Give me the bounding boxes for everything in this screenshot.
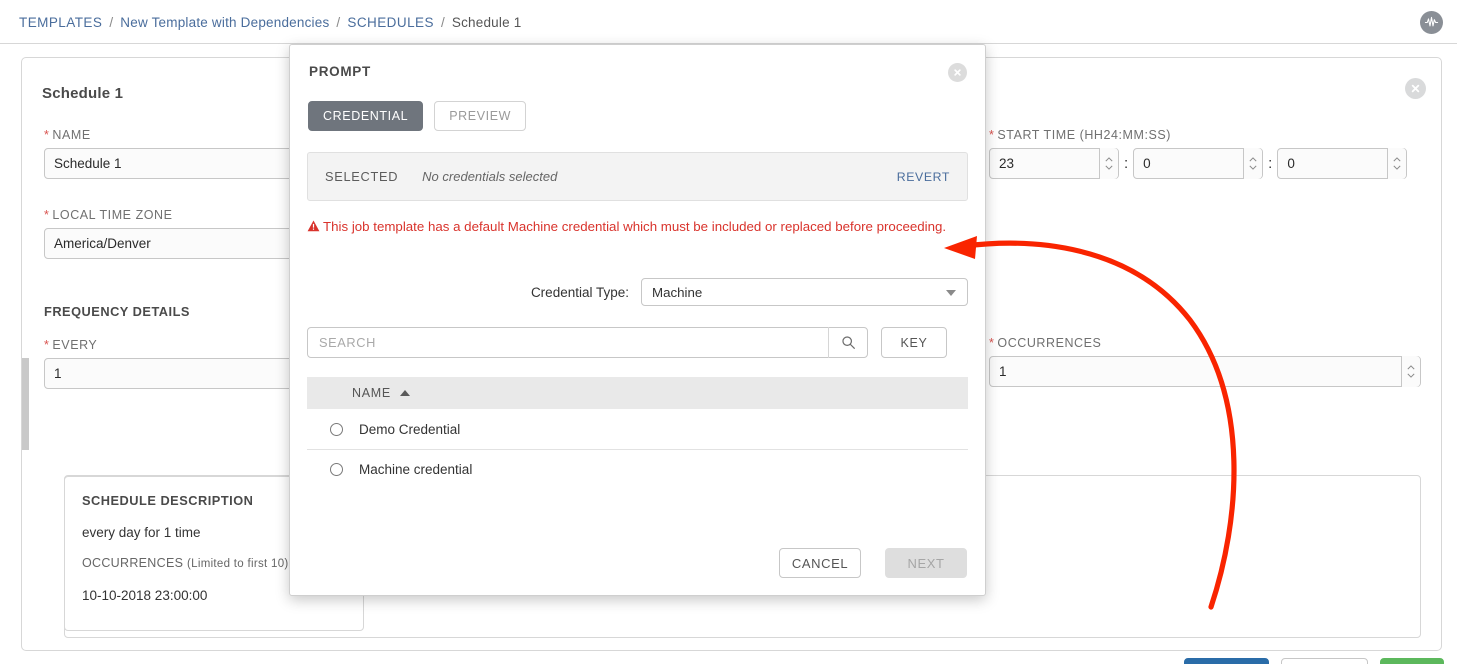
- radio-button[interactable]: [330, 462, 343, 476]
- start-time-minutes-value: 0: [1143, 156, 1151, 171]
- breadcrumb-separator: /: [109, 14, 114, 30]
- seconds-stepper[interactable]: [1387, 148, 1407, 179]
- selected-label: SELECTED: [325, 169, 399, 184]
- tab-preview[interactable]: PREVIEW: [434, 101, 527, 131]
- page-title: Schedule 1: [42, 85, 124, 102]
- selected-credentials-bar: SELECTED No credentials selected REVERT: [307, 152, 968, 201]
- selected-value: No credentials selected: [422, 169, 558, 184]
- chevron-down-icon: [946, 290, 956, 296]
- prompt-modal: PROMPT CREDENTIAL PREVIEW SELECTED No cr…: [289, 44, 986, 596]
- breadcrumb-separator: /: [336, 14, 341, 30]
- credential-type-select[interactable]: Machine: [641, 278, 968, 306]
- prompt-button[interactable]: PROMPT: [1184, 658, 1269, 664]
- activity-waveform-icon[interactable]: [1420, 11, 1443, 34]
- search-placeholder: SEARCH: [319, 335, 376, 350]
- modal-title: PROMPT: [309, 64, 371, 79]
- hours-stepper[interactable]: [1099, 148, 1118, 179]
- start-time-seconds-input[interactable]: 0: [1277, 148, 1408, 179]
- revert-link[interactable]: REVERT: [897, 170, 950, 184]
- occurrences-label: * OCCURRENCES: [989, 336, 1102, 350]
- warning-triangle-icon: [307, 218, 320, 238]
- start-time-spinners: 23 : 0 : 0: [989, 148, 1408, 179]
- tab-credential[interactable]: CREDENTIAL: [308, 101, 424, 131]
- column-header-name[interactable]: NAME: [352, 386, 391, 400]
- start-time-hours-value: 23: [999, 156, 1015, 171]
- save-button[interactable]: SAVE: [1380, 658, 1444, 664]
- breadcrumb-separator: /: [440, 14, 445, 30]
- modal-tabs: CREDENTIAL PREVIEW: [308, 101, 527, 131]
- credential-type-row: Credential Type: Machine: [307, 278, 968, 306]
- warning-message: This job template has a default Machine …: [307, 217, 957, 238]
- breadcrumb-item-template-name[interactable]: New Template with Dependencies: [120, 15, 329, 30]
- vertical-scrollbar[interactable]: [22, 358, 29, 450]
- start-time-hours-input[interactable]: 23: [989, 148, 1119, 179]
- breadcrumb: TEMPLATES / New Template with Dependenci…: [19, 0, 521, 44]
- breadcrumb-item-templates[interactable]: TEMPLATES: [19, 15, 102, 30]
- start-time-seconds-value: 0: [1287, 156, 1295, 171]
- search-row: SEARCH KEY: [307, 327, 947, 358]
- occurrences-input[interactable]: 1: [989, 356, 1421, 387]
- occurrences-stepper[interactable]: [1401, 356, 1420, 387]
- credential-name: Demo Credential: [359, 421, 461, 437]
- table-row[interactable]: Demo Credential: [307, 409, 968, 449]
- table-row[interactable]: Machine credential: [307, 449, 968, 489]
- time-separator: :: [1268, 155, 1273, 172]
- caret-up-icon: [399, 390, 410, 396]
- key-button[interactable]: KEY: [881, 327, 947, 358]
- warning-text: This job template has a default Machine …: [323, 219, 947, 234]
- credential-type-value: Machine: [652, 284, 703, 300]
- start-time-label: * START TIME (HH24:MM:SS): [989, 128, 1171, 142]
- breadcrumb-item-schedules[interactable]: SCHEDULES: [347, 15, 434, 30]
- search-input[interactable]: SEARCH: [307, 327, 868, 358]
- modal-next-button: NEXT: [885, 548, 967, 578]
- modal-cancel-button[interactable]: CANCEL: [779, 548, 861, 578]
- credentials-table-header: NAME: [307, 377, 968, 409]
- radio-button[interactable]: [330, 422, 343, 436]
- frequency-details-title: FREQUENCY DETAILS: [44, 304, 190, 319]
- close-icon[interactable]: [948, 63, 967, 82]
- cancel-button[interactable]: CANCEL: [1281, 658, 1368, 664]
- start-time-field-group: * START TIME (HH24:MM:SS) 23 : 0: 0: [989, 128, 1408, 179]
- top-breadcrumb-bar: TEMPLATES / New Template with Dependenci…: [0, 0, 1457, 44]
- breadcrumb-item-current: Schedule 1: [451, 14, 522, 30]
- credential-type-label: Credential Type:: [530, 284, 629, 300]
- start-time-minutes-input[interactable]: 0: [1133, 148, 1264, 179]
- app-root: TEMPLATES / New Template with Dependenci…: [0, 0, 1457, 664]
- time-separator: :: [1124, 155, 1129, 172]
- occurrences-field-group: * OCCURRENCES 1: [989, 336, 1421, 387]
- minutes-stepper[interactable]: [1243, 148, 1263, 179]
- search-icon[interactable]: [828, 327, 867, 358]
- occurrences-value: 1: [999, 364, 1007, 379]
- credential-name: Machine credential: [359, 461, 473, 477]
- close-icon[interactable]: [1405, 78, 1426, 99]
